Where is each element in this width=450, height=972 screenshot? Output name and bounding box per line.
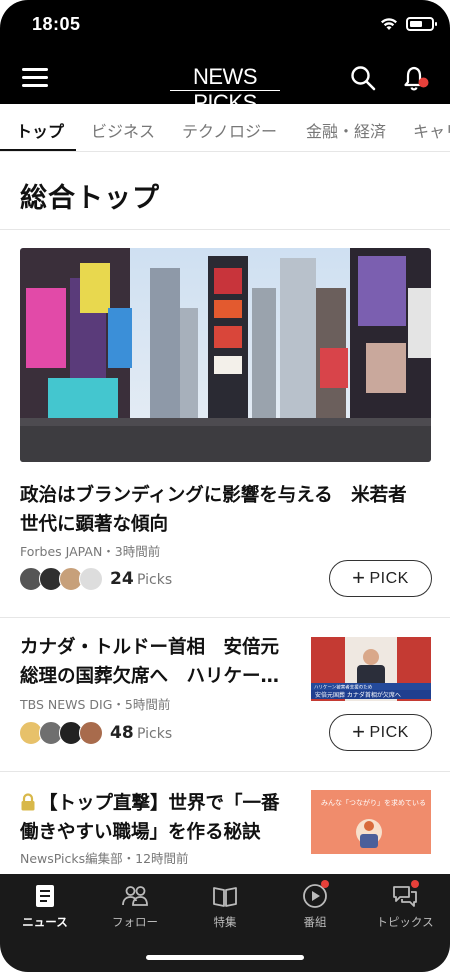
article-2-pick-button[interactable]: + PICK (329, 714, 432, 751)
article-1-hero-image[interactable] (20, 248, 431, 462)
tabbar-label: 番組 (303, 915, 327, 929)
divider (0, 229, 450, 230)
plus-icon: + (352, 719, 366, 744)
article-2-picks-label: Picks (137, 726, 173, 742)
tab-business[interactable]: ビジネス (91, 118, 155, 142)
article-3-thumbnail[interactable]: みんな「つながり」を求めている (311, 790, 431, 854)
tabbar-item-topics[interactable]: トピックス (360, 874, 450, 944)
category-tabs: トップ ビジネス テクノロジー 金融・経済 キャリ (0, 104, 450, 152)
tabbar-label: ニュース (22, 915, 68, 929)
search-icon[interactable] (350, 65, 376, 91)
home-indicator[interactable] (146, 955, 304, 960)
tabbar-label: トピックス (376, 915, 434, 929)
article-3-headline[interactable]: 【トップ直撃】世界で「一番 働きやすい職場」を作る秘訣 (20, 789, 280, 847)
article-1-pick-button[interactable]: + PICK (329, 560, 432, 597)
status-time: 18:05 (32, 14, 81, 34)
lock-icon (20, 791, 36, 811)
article-1-headline[interactable]: 政治はブランディングに影響を与える 米若者 世代に顕著な傾向 (20, 481, 407, 539)
article-2-meta: TBS NEWS DIG・5時間前 (20, 697, 171, 712)
article-2-thumbnail[interactable]: ハリケーン被害者支援のため 安倍元国葬 カナダ首相が欠席へ (311, 637, 431, 701)
news-icon (36, 885, 54, 907)
tabbar-label: フォロー (112, 915, 158, 929)
article-1-picks-count: 24 (110, 569, 134, 589)
page-title: 総合トップ (20, 183, 160, 214)
tabbar-item-features[interactable]: 特集 (180, 874, 419, 944)
divider (0, 617, 450, 618)
tabbar-label: 特集 (213, 915, 237, 929)
article-3-thumbnail-caption: みんな「つながり」を求めている (321, 798, 426, 807)
article-1-picks-label: Picks (137, 572, 173, 588)
battery-icon (406, 17, 437, 31)
article-1-meta: Forbes JAPAN・3時間前 (20, 544, 161, 559)
chat-icon (393, 886, 417, 907)
tabbar-item-news[interactable]: ニュース (0, 874, 90, 944)
tab-top[interactable]: トップ (16, 118, 64, 142)
divider (0, 771, 450, 772)
article-2-thumbnail-caption: 安倍元国葬 カナダ首相が欠席へ (315, 691, 401, 699)
wifi-icon (381, 18, 397, 30)
active-tab-indicator (0, 149, 76, 151)
notification-bell-icon[interactable] (402, 64, 430, 92)
tab-technology[interactable]: テクノロジー (182, 118, 277, 142)
article-2-picks-count: 48 (110, 723, 134, 743)
article-2-headline[interactable]: カナダ・トルドー首相 安倍元 総理の国葬欠席へ ハリケー… (20, 633, 279, 691)
newspicks-logo[interactable]: NEWS PICKS (168, 64, 282, 115)
tab-career[interactable]: キャリ (413, 118, 450, 142)
status-bar: 18:05 (0, 0, 450, 50)
notification-badge (321, 880, 329, 888)
book-icon (213, 887, 237, 907)
app-screen: 18:05 NEWS PICKS トップ ビジネス テクノロジー 金融・経済 キ… (0, 0, 450, 972)
follow-icon (122, 886, 148, 906)
menu-icon[interactable] (22, 66, 48, 88)
tabbar-item-follow[interactable]: フォロー (90, 874, 180, 944)
app-header: NEWS PICKS (0, 50, 450, 115)
article-2-thumbnail-caption-top: ハリケーン被害者支援のため (314, 684, 373, 691)
tabbar-item-programs[interactable]: 番組 (270, 874, 360, 944)
plus-icon: + (352, 565, 366, 590)
tab-finance[interactable]: 金融・経済 (306, 118, 386, 142)
article-3-meta: NewsPicks編集部・12時間前 (20, 851, 189, 866)
